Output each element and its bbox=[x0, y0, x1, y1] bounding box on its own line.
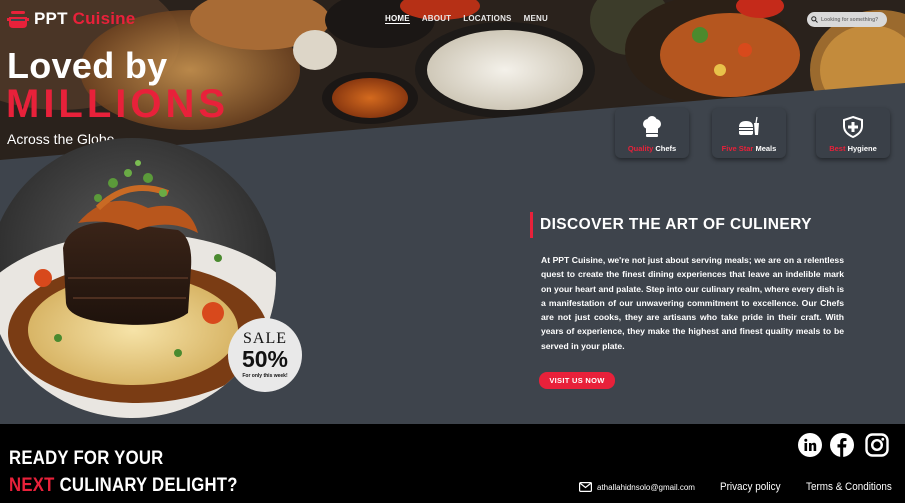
brand-logo[interactable]: PPT Cuisine bbox=[7, 9, 135, 29]
terms-link[interactable]: Terms & Conditions bbox=[806, 481, 892, 493]
nav-about[interactable]: ABOUT bbox=[422, 14, 451, 24]
sale-word: SALE bbox=[243, 329, 287, 347]
linkedin-icon[interactable] bbox=[798, 433, 822, 457]
feature-label: Best Hygiene bbox=[829, 144, 877, 153]
visit-us-button[interactable]: VISIT US NOW bbox=[539, 372, 615, 389]
footer: READY FOR YOUR NEXT CULINARY DELIGHT? at… bbox=[0, 424, 905, 503]
search-input[interactable] bbox=[821, 16, 885, 23]
sale-percent: 50% bbox=[241, 345, 289, 372]
brand-name: PPT Cuisine bbox=[34, 9, 136, 28]
section-body: At PPT Cuisine, we're not just about ser… bbox=[541, 255, 844, 351]
burger-drink-icon bbox=[739, 116, 759, 135]
main-nav: HOME ABOUT LOCATIONS MENU bbox=[385, 14, 548, 24]
feature-card-chefs[interactable]: Quality Chefs bbox=[615, 108, 689, 158]
feature-card-hygiene[interactable]: Best Hygiene bbox=[816, 108, 890, 158]
sale-note: For only this week! bbox=[242, 373, 288, 380]
search-bar[interactable] bbox=[807, 12, 887, 27]
page: PPT Cuisine HOME ABOUT LOCATIONS MENU Lo… bbox=[0, 0, 905, 503]
feature-label: Quality Chefs bbox=[627, 144, 677, 153]
section-title: DISCOVER THE ART OF CULINERY bbox=[540, 216, 812, 233]
hero-title: Loved by bbox=[7, 45, 168, 86]
footer-tagline-line2: NEXT CULINARY DELIGHT? bbox=[9, 475, 238, 496]
footer-email[interactable]: athallahidnsolo@gmail.com bbox=[579, 482, 695, 492]
chef-hat-icon bbox=[643, 116, 661, 137]
privacy-policy-link[interactable]: Privacy policy bbox=[720, 481, 781, 493]
nav-menu[interactable]: MENU bbox=[524, 14, 548, 24]
search-icon bbox=[811, 16, 818, 23]
shield-plus-icon bbox=[843, 115, 863, 139]
feature-label: Five Star Meals bbox=[721, 144, 777, 153]
nav-home[interactable]: HOME bbox=[385, 14, 410, 24]
section-accent-bar bbox=[530, 212, 533, 238]
pot-icon bbox=[7, 11, 29, 28]
instagram-icon[interactable] bbox=[865, 433, 889, 457]
sale-badge: SALE 50% For only this week! bbox=[228, 318, 302, 392]
mail-icon bbox=[579, 482, 592, 492]
nav-locations[interactable]: LOCATIONS bbox=[463, 14, 511, 24]
footer-email-text: athallahidnsolo@gmail.com bbox=[597, 482, 695, 492]
footer-tagline-line1: READY FOR YOUR bbox=[9, 448, 164, 469]
facebook-icon[interactable] bbox=[830, 433, 854, 457]
feature-card-meals[interactable]: Five Star Meals bbox=[712, 108, 786, 158]
hero-title-accent: MILLIONS bbox=[6, 82, 230, 126]
